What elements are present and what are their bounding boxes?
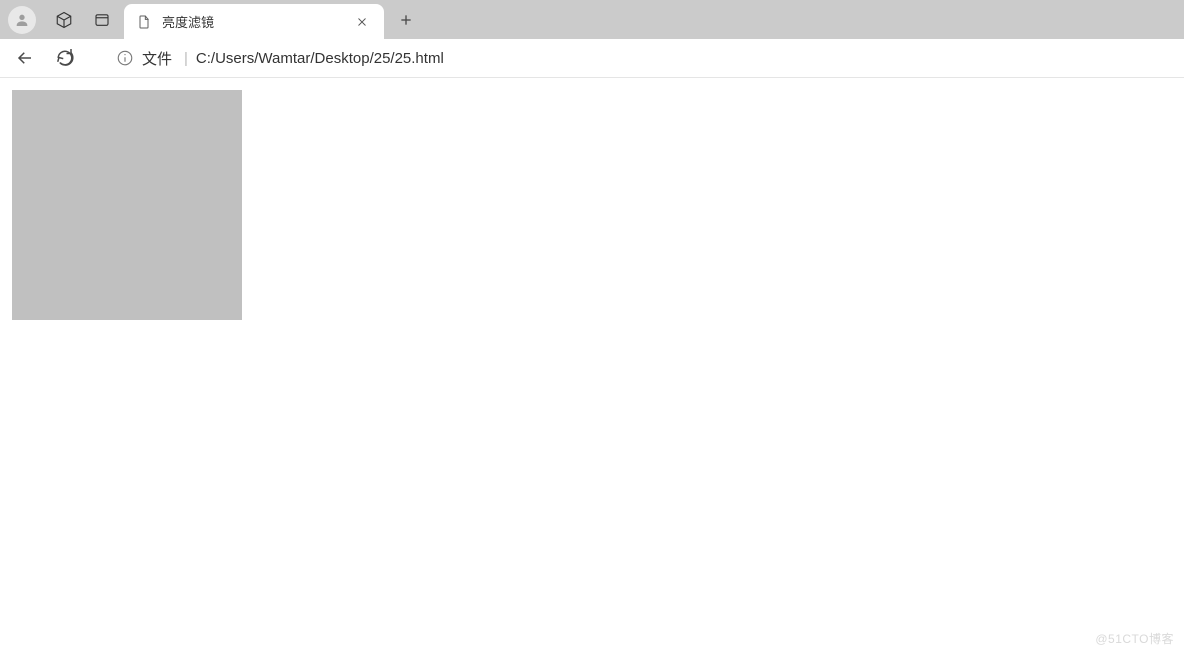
close-icon: [356, 16, 368, 28]
window-icon: [93, 11, 111, 29]
arrow-left-icon: [16, 49, 34, 67]
url-text: C:/Users/Wamtar/Desktop/25/25.html: [196, 50, 1166, 67]
tab-title: 亮度滤镜: [162, 12, 344, 31]
url-scheme-label: 文件: [142, 48, 172, 69]
plus-icon: [398, 12, 414, 28]
person-icon: [14, 12, 30, 28]
site-info-button[interactable]: [116, 49, 134, 67]
new-tab-button[interactable]: [392, 6, 420, 34]
tab-strip: 亮度滤镜: [0, 0, 1184, 39]
file-icon: [136, 14, 152, 30]
tab-close-button[interactable]: [352, 12, 372, 32]
address-bar[interactable]: 文件 | C:/Users/Wamtar/Desktop/25/25.html: [106, 42, 1176, 74]
info-icon: [116, 49, 134, 67]
browser-tab[interactable]: 亮度滤镜: [124, 4, 384, 39]
cube-icon: [55, 11, 73, 29]
url-divider: |: [184, 50, 188, 67]
tab-overview-button[interactable]: [86, 4, 118, 36]
reload-button[interactable]: [48, 41, 82, 75]
profile-button[interactable]: [8, 6, 36, 34]
back-button[interactable]: [8, 41, 42, 75]
page-content: @51CTO博客: [0, 78, 1184, 655]
watermark: @51CTO博客: [1095, 630, 1174, 647]
workspaces-button[interactable]: [48, 4, 80, 36]
filtered-image-box: [12, 90, 242, 320]
toolbar: 文件 | C:/Users/Wamtar/Desktop/25/25.html: [0, 39, 1184, 78]
